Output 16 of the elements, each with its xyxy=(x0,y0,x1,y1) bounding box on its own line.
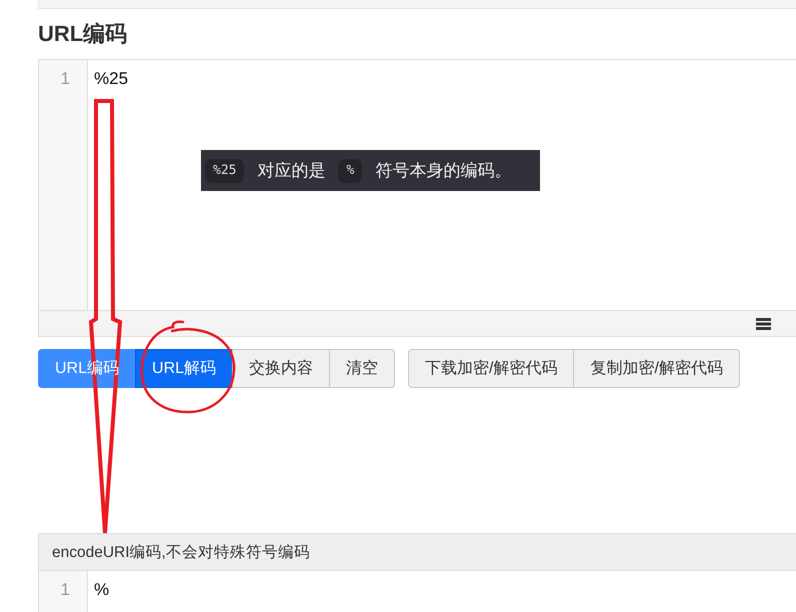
inline-code: % xyxy=(338,158,362,182)
code-line: %25 xyxy=(94,68,128,90)
action-button[interactable]: 下载加密/解密代码 xyxy=(408,349,574,388)
action-button[interactable]: 复制加密/解密代码 xyxy=(573,349,740,388)
tooltip-text: 符号本身的编码。 xyxy=(375,160,512,182)
action-button[interactable]: 清空 xyxy=(329,349,396,388)
line-number: 1 xyxy=(60,579,71,601)
panel-title: encodeURI编码,不会对特殊符号编码 xyxy=(52,542,310,562)
action-button[interactable]: URL解码 xyxy=(135,349,234,388)
code-input-field[interactable]: % xyxy=(88,571,796,612)
tooltip-text: 对应的是 xyxy=(257,160,326,182)
inline-code: %25 xyxy=(205,158,244,182)
action-button[interactable]: 交换内容 xyxy=(232,349,330,388)
menu-icon[interactable] xyxy=(756,318,771,330)
section-heading: URL编码 xyxy=(38,22,128,46)
line-number: 1 xyxy=(60,68,71,90)
